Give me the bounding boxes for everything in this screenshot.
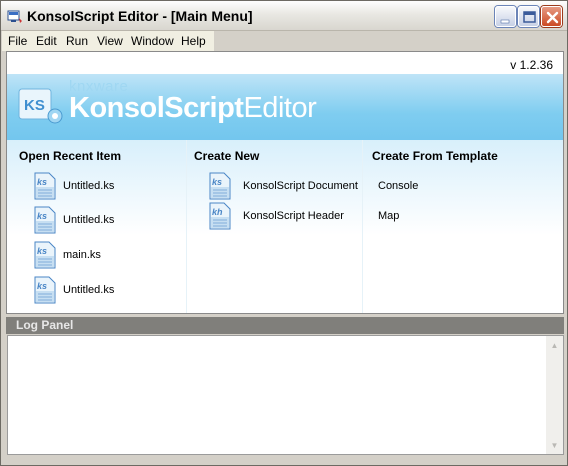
section-create-from-template: Create From Template Console Map bbox=[363, 140, 563, 313]
recent-item-label: Untitled.ks bbox=[63, 284, 115, 296]
svg-text:ks: ks bbox=[212, 177, 222, 187]
menu-file[interactable]: File bbox=[8, 34, 27, 48]
section-open-recent: Open Recent Item ks Untitled.ks ks Untit… bbox=[7, 140, 187, 313]
svg-text:ks: ks bbox=[37, 246, 47, 256]
konsolscript-logo-icon: KS bbox=[18, 88, 63, 124]
start-sections: Open Recent Item ks Untitled.ks ks Untit… bbox=[7, 140, 563, 313]
svg-text:ks: ks bbox=[37, 281, 47, 291]
menu-bar: File Edit Run View Window Help bbox=[2, 31, 214, 51]
ks-file-icon: ks bbox=[34, 172, 56, 200]
svg-text:ks: ks bbox=[37, 211, 47, 221]
section-title-template: Create From Template bbox=[372, 149, 498, 163]
product-name: KonsolScriptEditor bbox=[69, 92, 317, 125]
menu-bar-empty bbox=[214, 31, 567, 51]
svg-text:kh: kh bbox=[212, 207, 223, 217]
create-item-label: KonsolScript Header bbox=[243, 210, 344, 222]
menu-window[interactable]: Window bbox=[131, 34, 174, 48]
kh-header-icon: kh bbox=[209, 202, 231, 230]
section-create-new: Create New ks KonsolScript Document kh K… bbox=[187, 140, 363, 313]
minimize-icon bbox=[500, 19, 510, 24]
scroll-up-arrow-icon[interactable]: ▲ bbox=[547, 337, 562, 353]
logo-text: KS bbox=[24, 97, 45, 114]
version-label: v 1.2.36 bbox=[510, 58, 553, 72]
section-title-recent: Open Recent Item bbox=[19, 149, 122, 163]
window-bottom-border bbox=[1, 457, 567, 465]
template-map[interactable]: Map bbox=[378, 210, 399, 222]
log-panel-header: Log Panel bbox=[6, 317, 564, 334]
svg-text:ks: ks bbox=[37, 177, 47, 187]
log-panel-title: Log Panel bbox=[16, 318, 74, 332]
recent-item-label: Untitled.ks bbox=[63, 214, 115, 226]
recent-item-label: main.ks bbox=[63, 249, 101, 261]
close-button[interactable] bbox=[541, 6, 562, 27]
product-name-bold: KonsolScript bbox=[69, 92, 244, 124]
title-bar[interactable]: KonsolScript Editor - [Main Menu] bbox=[1, 1, 567, 31]
window-title: KonsolScript Editor - [Main Menu] bbox=[27, 8, 253, 24]
template-console[interactable]: Console bbox=[378, 180, 418, 192]
main-menu-panel: v 1.2.36 KS knxware KonsolScriptEditor O… bbox=[6, 51, 564, 314]
app-icon bbox=[7, 10, 22, 23]
ks-file-icon: ks bbox=[34, 241, 56, 269]
menu-view[interactable]: View bbox=[97, 34, 123, 48]
minimize-button[interactable] bbox=[495, 6, 516, 27]
maximize-icon bbox=[523, 11, 536, 23]
log-vertical-scrollbar[interactable]: ▲ ▼ bbox=[546, 336, 563, 454]
ks-file-icon: ks bbox=[34, 206, 56, 234]
menu-edit[interactable]: Edit bbox=[36, 34, 57, 48]
section-title-create: Create New bbox=[194, 149, 260, 163]
close-icon bbox=[546, 11, 559, 24]
menu-help[interactable]: Help bbox=[181, 34, 206, 48]
menu-run[interactable]: Run bbox=[66, 34, 88, 48]
app-window: KonsolScript Editor - [Main Menu] File E… bbox=[0, 0, 568, 466]
recent-item-label: Untitled.ks bbox=[63, 180, 115, 192]
scroll-down-arrow-icon[interactable]: ▼ bbox=[547, 437, 562, 453]
maximize-button[interactable] bbox=[518, 6, 539, 27]
create-item-label: KonsolScript Document bbox=[243, 180, 358, 192]
ks-file-icon: ks bbox=[34, 276, 56, 304]
log-panel-textarea[interactable]: ▲ ▼ bbox=[7, 335, 564, 455]
ks-document-icon: ks bbox=[209, 172, 231, 200]
product-name-light: Editor bbox=[243, 92, 317, 124]
